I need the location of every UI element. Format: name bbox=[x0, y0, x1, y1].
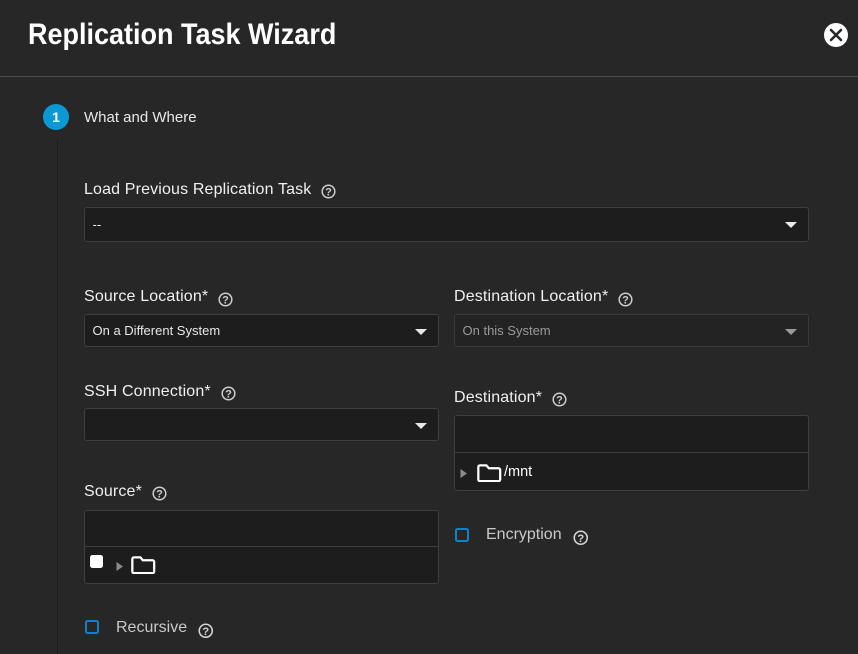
svg-text:?: ? bbox=[556, 394, 563, 406]
svg-text:?: ? bbox=[577, 533, 584, 545]
svg-text:?: ? bbox=[156, 488, 163, 500]
svg-text:?: ? bbox=[326, 186, 333, 198]
svg-text:?: ? bbox=[222, 294, 229, 306]
svg-text:?: ? bbox=[622, 294, 629, 306]
svg-text:?: ? bbox=[202, 626, 209, 638]
svg-text:?: ? bbox=[225, 388, 232, 400]
